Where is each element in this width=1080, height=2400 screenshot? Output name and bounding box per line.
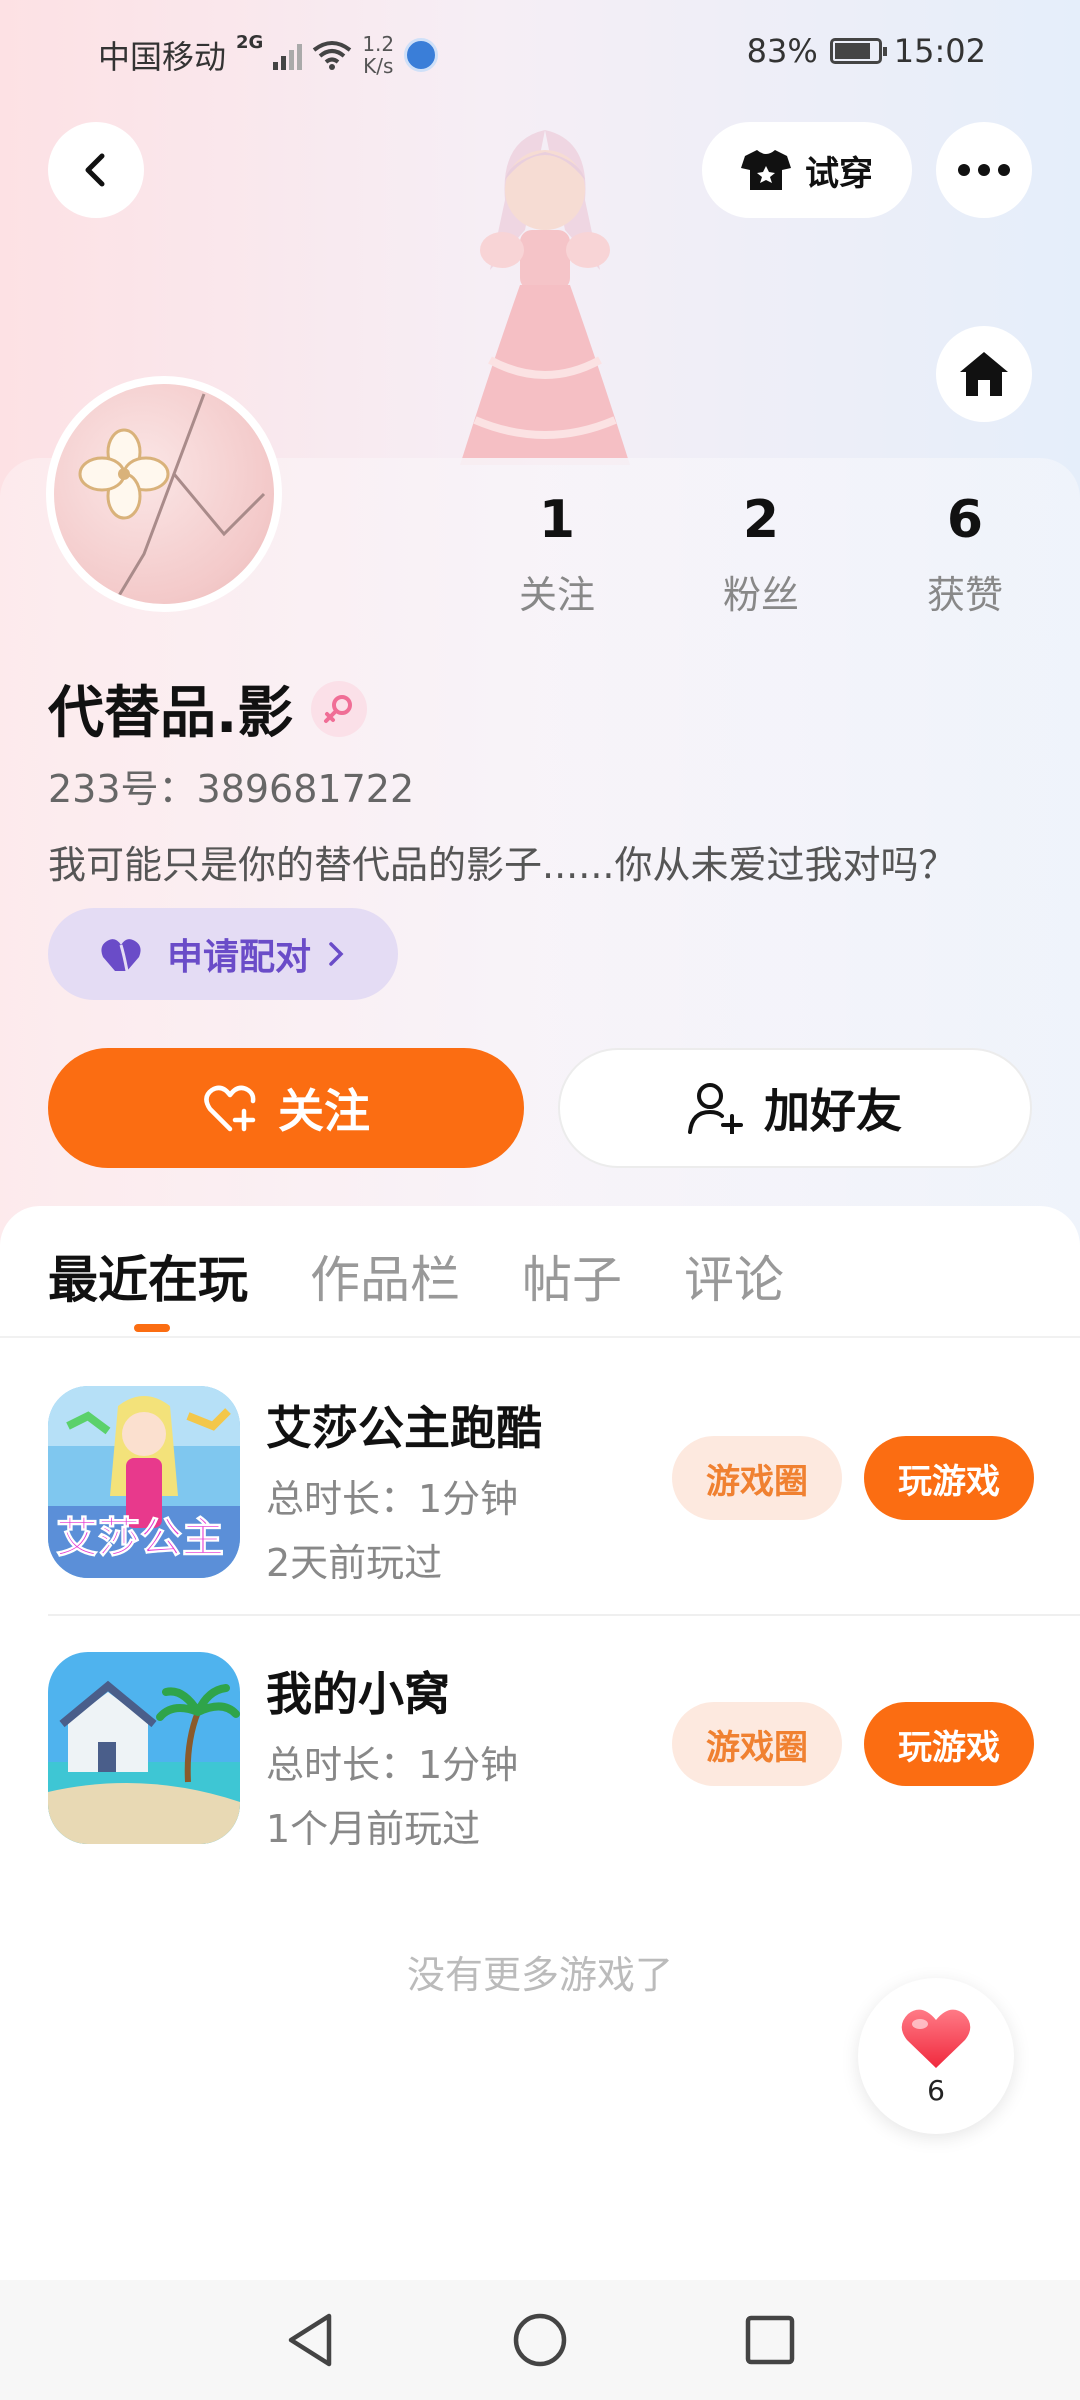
more-button[interactable] (936, 122, 1032, 218)
apply-pair-button[interactable]: 申请配对 (48, 908, 398, 1000)
home-icon (960, 352, 1008, 396)
heart-plus-icon (204, 1085, 256, 1132)
game-icon-my-home (48, 1652, 240, 1844)
follow-button[interactable]: 关注 (48, 1048, 524, 1168)
back-button[interactable] (48, 122, 144, 218)
tabs-divider (0, 1336, 1080, 1338)
female-icon (311, 680, 368, 737)
game-circle-button[interactable]: 游戏圈 (672, 1702, 842, 1786)
row-divider (48, 1614, 1080, 1616)
game-last-played: 2天前玩过 (266, 1541, 443, 1585)
play-game-button[interactable]: 玩游戏 (864, 1702, 1034, 1786)
clock: 15:02 (893, 32, 986, 70)
flower-avatar-image (78, 393, 266, 604)
battery-icon (829, 38, 887, 64)
game-icon-text: 艾莎公主 (55, 1513, 225, 1563)
more-dots-icon (958, 164, 1010, 176)
network-type: 2G (236, 32, 264, 53)
game-title: 我的小窝 (266, 1667, 450, 1721)
add-friend-button[interactable]: 加好友 (558, 1048, 1032, 1168)
battery-percent: 83% (746, 32, 818, 70)
game-duration: 总时长：1分钟 (266, 1743, 519, 1787)
browser-globe-icon (404, 38, 439, 72)
game-title: 艾莎公主跑酷 (266, 1401, 542, 1455)
stat-likes[interactable]: 6 获赞 (895, 490, 1035, 619)
game-circle-button[interactable]: 游戏圈 (672, 1436, 842, 1520)
signal-icon (273, 40, 303, 70)
game-duration: 总时长：1分钟 (266, 1477, 519, 1521)
stat-followers[interactable]: 2 粉丝 (691, 490, 831, 619)
nav-recents-button[interactable] (742, 2312, 798, 2368)
like-button[interactable]: 6 (858, 1978, 1014, 2134)
active-tab-indicator (134, 1324, 170, 1332)
net-speed: 1.2 K/s (362, 32, 395, 78)
carrier-name: 中国移动 (98, 38, 227, 76)
chevron-left-icon (85, 153, 105, 187)
game-icon-elsa: 艾莎公主 (48, 1386, 240, 1578)
tab-recent-play[interactable]: 最近在玩 (48, 1240, 248, 1312)
game-list-item[interactable]: 我的小窝 总时长：1分钟 1个月前玩过 游戏圈 玩游戏 (0, 1652, 1080, 1892)
status-bar: 中国移动 2G 1.2 K/s 83% 15:02 (0, 0, 1080, 110)
try-on-button[interactable]: 试穿 (702, 122, 912, 218)
triangle-back-icon (288, 2313, 332, 2367)
chevron-right-icon (329, 942, 344, 966)
square-recents-icon (745, 2315, 795, 2365)
avatar-character-image (460, 130, 630, 465)
tab-works[interactable]: 作品栏 (310, 1240, 460, 1312)
play-game-button[interactable]: 玩游戏 (864, 1436, 1034, 1520)
add-friend-label: 加好友 (764, 1084, 902, 1138)
game-last-played: 1个月前玩过 (266, 1807, 481, 1851)
username: 代替品.影 (48, 681, 294, 746)
heart-icon (901, 2009, 971, 2068)
try-on-label: 试穿 (805, 153, 873, 194)
avatar[interactable] (46, 376, 282, 612)
add-user-icon (688, 1083, 743, 1134)
user-id: 233号：389681722 (48, 767, 415, 811)
pair-heart-icon (101, 939, 141, 972)
stat-following[interactable]: 1 关注 (487, 490, 627, 619)
wifi-icon (313, 41, 352, 70)
like-count: 6 (927, 2073, 945, 2107)
user-bio: 我可能只是你的替代品的影子......你从未爱过我对吗？ (48, 843, 957, 887)
profile-tabs: 最近在玩 作品栏 帖子 评论 (48, 1240, 784, 1312)
game-list-item[interactable]: 艾莎公主 艾莎公主跑酷 总时长：1分钟 2天前玩过 游戏圈 玩游戏 (0, 1386, 1080, 1626)
follow-label: 关注 (278, 1084, 370, 1138)
tab-posts[interactable]: 帖子 (522, 1240, 622, 1312)
nav-back-button[interactable] (282, 2312, 338, 2368)
tab-comments[interactable]: 评论 (684, 1240, 784, 1312)
home-button[interactable] (936, 326, 1032, 422)
username-row: 代替品.影 (48, 668, 368, 749)
tshirt-icon (741, 150, 791, 190)
nav-home-button[interactable] (512, 2312, 568, 2368)
circle-home-icon (513, 2313, 567, 2367)
apply-pair-label: 申请配对 (166, 937, 311, 978)
